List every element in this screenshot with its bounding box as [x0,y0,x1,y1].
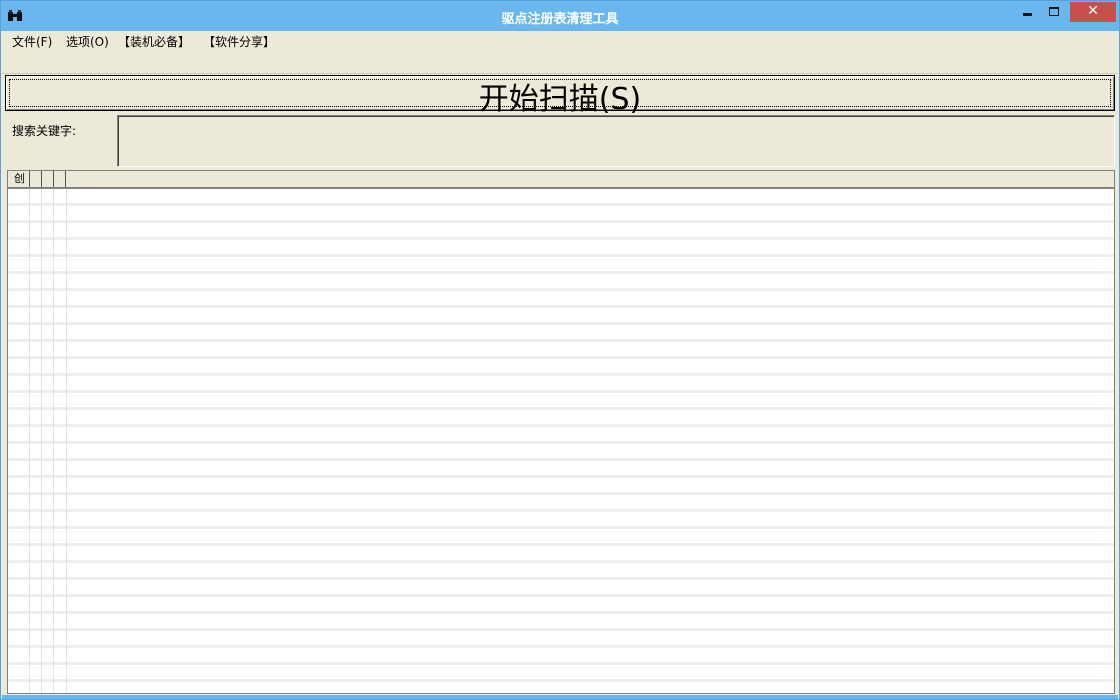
list-rows [8,189,1114,693]
search-keyword-input[interactable] [117,115,1115,167]
menu-essentials[interactable]: 【装机必备】 [118,33,190,50]
column-divider [41,189,42,693]
menu-file[interactable]: 文件(F) [12,33,52,50]
search-keyword-label: 搜索关键字: [12,124,77,138]
close-icon: ✕ [1087,3,1099,19]
minimize-button[interactable] [1015,2,1041,22]
toolbar-area [2,51,1118,74]
title-bar[interactable]: 驱点注册表清理工具 ✕ [1,1,1119,31]
app-window: 驱点注册表清理工具 ✕ 文件(F) 选项(O) 【装机必备】 【软件分享】 开始… [0,0,1120,700]
menu-software-share[interactable]: 【软件分享】 [203,33,275,50]
results-list[interactable]: 创 [7,170,1115,694]
maximize-button[interactable] [1041,2,1067,22]
column-header-2[interactable] [30,171,42,187]
window-title: 驱点注册表清理工具 [501,12,619,27]
close-button[interactable]: ✕ [1070,2,1116,22]
start-scan-label: 开始扫描(S) [478,82,642,117]
start-scan-button[interactable]: 开始扫描(S) [5,75,1115,117]
column-divider [29,189,30,693]
maximize-icon [1049,7,1059,16]
menu-options[interactable]: 选项(O) [66,33,109,50]
column-header-created[interactable]: 创 [8,171,30,187]
window-bottom-border [2,695,1118,699]
column-divider [53,189,54,693]
column-header-4[interactable] [54,171,66,187]
list-header: 创 [8,171,1114,189]
menu-bar: 文件(F) 选项(O) 【装机必备】 【软件分享】 [2,31,1118,51]
column-header-3[interactable] [42,171,54,187]
column-divider [66,189,67,693]
minimize-icon [1023,13,1032,16]
